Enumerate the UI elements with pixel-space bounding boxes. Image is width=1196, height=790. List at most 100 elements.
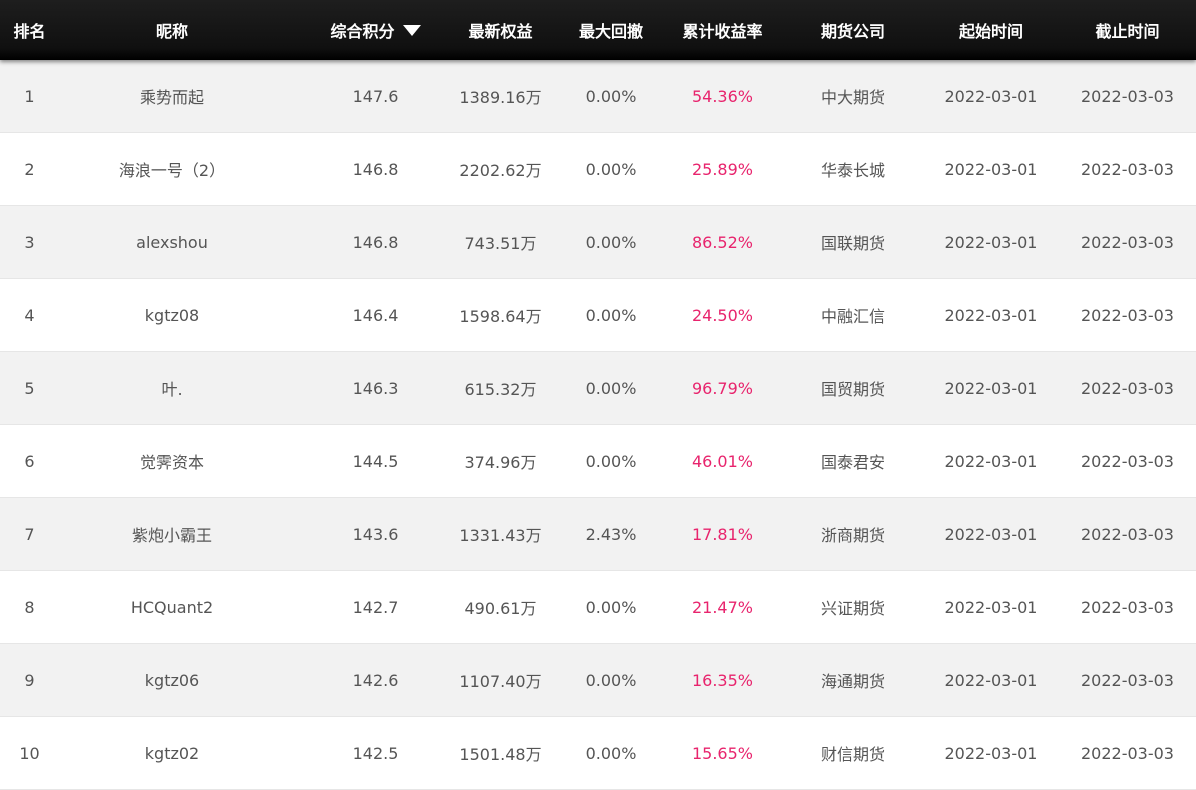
start-date-cell: 2022-03-01	[944, 159, 1038, 179]
table-row[interactable]: 2 海浪一号（2） 146.8 2202.62万 0.00% 25.89% 华泰…	[0, 133, 1196, 206]
company-cell: 国泰君安	[820, 453, 885, 472]
drawdown-cell: 0.00%	[585, 670, 637, 690]
company-cell: 财信期货	[820, 745, 885, 764]
header-drawdown[interactable]: 最大回撤	[560, 0, 662, 60]
end-date-cell: 2022-03-03	[1081, 524, 1174, 544]
caret-down-icon[interactable]	[402, 24, 421, 36]
nickname-cell[interactable]: alexshou	[59, 206, 285, 278]
rank-cell: 6	[24, 451, 35, 471]
return-cell: 21.47%	[691, 597, 753, 617]
table-row[interactable]: 1 乘势而起 147.6 1389.16万 0.00% 54.36% 中大期货 …	[0, 60, 1196, 133]
score-cell: 143.6	[352, 524, 399, 544]
equity-cell: 374.96万	[464, 453, 537, 472]
header-return[interactable]: 累计收益率	[662, 0, 783, 60]
nickname-cell[interactable]: 叶.	[59, 352, 285, 424]
score-cell: 146.8	[352, 159, 399, 179]
header-company[interactable]: 期货公司	[783, 0, 923, 60]
start-date-cell: 2022-03-01	[944, 232, 1038, 252]
score-cell: 146.8	[352, 232, 399, 252]
drawdown-cell: 0.00%	[585, 86, 637, 106]
end-date-cell: 2022-03-03	[1081, 378, 1174, 398]
return-cell: 54.36%	[691, 86, 753, 106]
drawdown-cell: 2.43%	[585, 524, 637, 544]
drawdown-cell: 0.00%	[585, 451, 637, 471]
nickname-cell[interactable]: 觉霁资本	[59, 425, 285, 497]
rank-cell: 8	[24, 597, 35, 617]
return-cell: 24.50%	[691, 305, 753, 325]
table-row[interactable]: 10 kgtz02 142.5 1501.48万 0.00% 15.65% 财信…	[0, 717, 1196, 790]
score-cell: 142.5	[352, 743, 399, 763]
ranking-table: 排名 昵称 综合积分 最新权益 最大回撤 累计收益率 期货公司 起始时间 截止时…	[0, 0, 1196, 790]
end-date-cell: 2022-03-03	[1081, 597, 1174, 617]
end-date-cell: 2022-03-03	[1081, 232, 1174, 252]
return-cell: 17.81%	[691, 524, 753, 544]
header-rank[interactable]: 排名	[0, 0, 59, 60]
return-cell: 96.79%	[691, 378, 753, 398]
equity-cell: 1598.64万	[459, 307, 542, 326]
nickname-cell[interactable]: 海浪一号（2）	[59, 133, 285, 205]
table-body: 1 乘势而起 147.6 1389.16万 0.00% 54.36% 中大期货 …	[0, 60, 1196, 790]
rank-cell: 2	[24, 159, 35, 179]
table-row[interactable]: 3 alexshou 146.8 743.51万 0.00% 86.52% 国联…	[0, 206, 1196, 279]
table-row[interactable]: 5 叶. 146.3 615.32万 0.00% 96.79% 国贸期货 202…	[0, 352, 1196, 425]
rank-cell: 1	[24, 86, 35, 106]
equity-cell: 1389.16万	[459, 88, 542, 107]
table-header: 排名 昵称 综合积分 最新权益 最大回撤 累计收益率 期货公司 起始时间 截止时…	[0, 0, 1196, 60]
end-date-cell: 2022-03-03	[1081, 159, 1174, 179]
header-equity[interactable]: 最新权益	[436, 0, 565, 60]
end-date-cell: 2022-03-03	[1081, 451, 1174, 471]
equity-cell: 1107.40万	[459, 672, 542, 691]
start-date-cell: 2022-03-01	[944, 670, 1038, 690]
nickname-cell[interactable]: 紫炮小霸王	[59, 498, 285, 570]
return-cell: 16.35%	[691, 670, 753, 690]
end-date-cell: 2022-03-03	[1081, 670, 1174, 690]
rank-cell: 9	[24, 670, 35, 690]
table-row[interactable]: 8 HCQuant2 142.7 490.61万 0.00% 21.47% 兴证…	[0, 571, 1196, 644]
return-cell: 46.01%	[691, 451, 753, 471]
nickname-cell[interactable]: kgtz08	[59, 279, 285, 351]
start-date-cell: 2022-03-01	[944, 86, 1038, 106]
score-cell: 144.5	[352, 451, 399, 471]
rank-cell: 5	[24, 378, 35, 398]
company-cell: 中大期货	[820, 88, 885, 107]
equity-cell: 2202.62万	[459, 161, 542, 180]
drawdown-cell: 0.00%	[585, 743, 637, 763]
end-date-cell: 2022-03-03	[1081, 86, 1174, 106]
end-date-cell: 2022-03-03	[1081, 743, 1174, 763]
equity-cell: 490.61万	[464, 599, 537, 618]
table-row[interactable]: 7 紫炮小霸王 143.6 1331.43万 2.43% 17.81% 浙商期货…	[0, 498, 1196, 571]
company-cell: 浙商期货	[820, 526, 885, 545]
drawdown-cell: 0.00%	[585, 378, 637, 398]
header-start[interactable]: 起始时间	[923, 0, 1059, 60]
equity-cell: 1331.43万	[459, 526, 542, 545]
nickname-cell[interactable]: HCQuant2	[59, 571, 285, 643]
end-date-cell: 2022-03-03	[1081, 305, 1174, 325]
equity-cell: 615.32万	[464, 380, 537, 399]
start-date-cell: 2022-03-01	[944, 597, 1038, 617]
drawdown-cell: 0.00%	[585, 159, 637, 179]
header-score-label: 综合积分	[330, 22, 395, 41]
table-row[interactable]: 9 kgtz06 142.6 1107.40万 0.00% 16.35% 海通期…	[0, 644, 1196, 717]
drawdown-cell: 0.00%	[585, 305, 637, 325]
start-date-cell: 2022-03-01	[944, 378, 1038, 398]
rank-cell: 10	[19, 743, 40, 763]
rank-cell: 4	[24, 305, 35, 325]
nickname-cell[interactable]: kgtz06	[59, 644, 285, 716]
company-cell: 中融汇信	[820, 307, 885, 326]
start-date-cell: 2022-03-01	[944, 451, 1038, 471]
start-date-cell: 2022-03-01	[944, 305, 1038, 325]
nickname-cell[interactable]: 乘势而起	[59, 60, 285, 132]
company-cell: 海通期货	[820, 672, 885, 691]
header-end[interactable]: 截止时间	[1059, 0, 1196, 60]
score-cell: 142.6	[352, 670, 399, 690]
equity-cell: 743.51万	[464, 234, 537, 253]
start-date-cell: 2022-03-01	[944, 743, 1038, 763]
equity-cell: 1501.48万	[459, 745, 542, 764]
table-row[interactable]: 6 觉霁资本 144.5 374.96万 0.00% 46.01% 国泰君安 2…	[0, 425, 1196, 498]
table-row[interactable]: 4 kgtz08 146.4 1598.64万 0.00% 24.50% 中融汇…	[0, 279, 1196, 352]
return-cell: 86.52%	[691, 232, 753, 252]
header-nickname[interactable]: 昵称	[59, 0, 285, 60]
company-cell: 国联期货	[820, 234, 885, 253]
nickname-cell[interactable]: kgtz02	[59, 717, 285, 789]
rank-cell: 3	[24, 232, 35, 252]
